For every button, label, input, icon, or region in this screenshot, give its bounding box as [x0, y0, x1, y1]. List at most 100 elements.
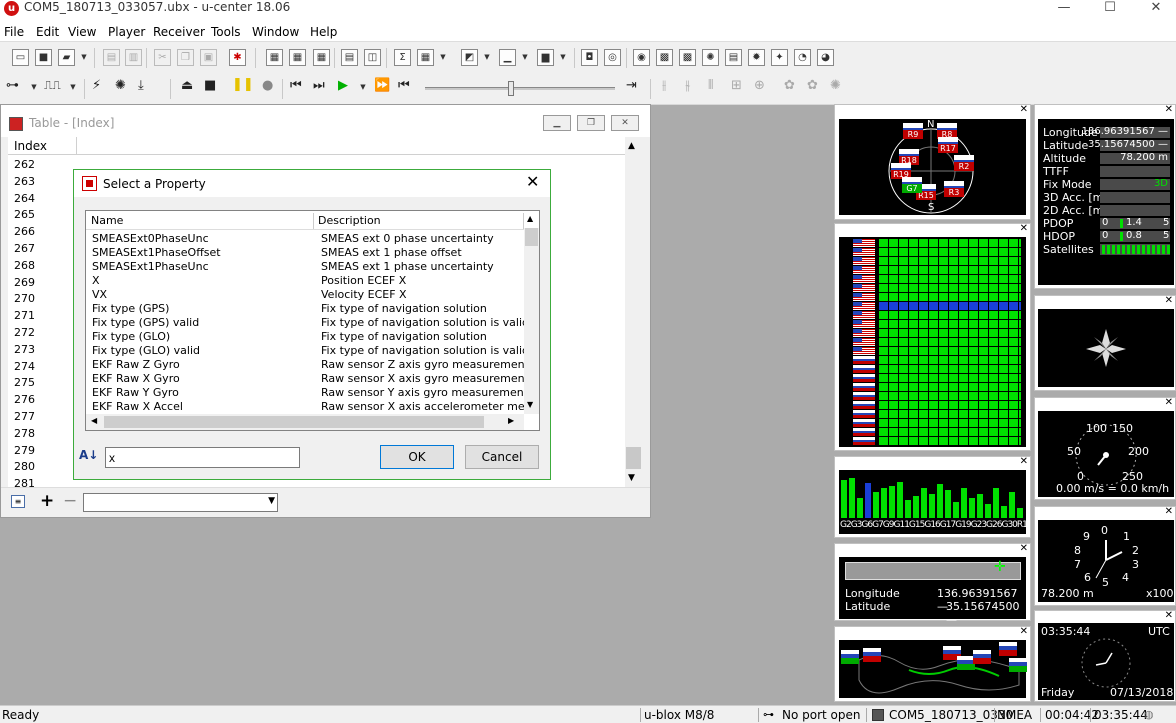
panel-close-icon[interactable]: ✕ [1165, 506, 1173, 517]
bar-dropdown-icon[interactable]: ▼ [559, 49, 567, 66]
index-cell[interactable]: 277 [14, 410, 35, 423]
panel-close-icon[interactable]: ✕ [1020, 104, 1028, 115]
property-search-input[interactable] [105, 447, 300, 468]
signal-bars-panel[interactable]: ✕ [834, 223, 1031, 451]
list-horizontal-scrollbar[interactable]: ◀ ▶ [86, 414, 524, 430]
rewind-start-icon[interactable]: ⏮ [398, 78, 410, 93]
pause-icon[interactable]: ❚❚ [232, 77, 254, 92]
chart-dropdown-icon[interactable]: ▼ [483, 49, 491, 66]
scroll-up-icon[interactable]: ▲ [628, 141, 635, 151]
index-column-header[interactable]: Index [14, 139, 47, 153]
panel-close-icon[interactable]: ✕ [1020, 626, 1028, 637]
list-scroll-down-icon[interactable]: ▼ [527, 400, 533, 409]
index-cell[interactable]: 279 [14, 444, 35, 457]
scroll-down-icon[interactable]: ▼ [628, 473, 635, 483]
panel-close-icon[interactable]: ✕ [1165, 397, 1173, 408]
index-cell[interactable]: 273 [14, 343, 35, 356]
maximize-button[interactable]: ☐ [1090, 0, 1130, 16]
world-map-panel[interactable]: ✕ [834, 626, 1031, 702]
signal-histogram-panel[interactable]: ✕ G2G3G6G7G9G11G15G16G17G19G23G26G30R1R2… [834, 456, 1031, 538]
index-cell[interactable]: 281 [14, 477, 35, 487]
connection-icon[interactable]: ⊶ [6, 78, 19, 93]
view-sky-icon[interactable]: ✹ [748, 49, 765, 66]
property-row[interactable]: EKF Raw Z Gyro Raw sensor Z axis gyro mea… [92, 358, 526, 372]
list-scroll-left-icon[interactable]: ◀ [91, 416, 97, 425]
connection-dropdown-icon[interactable]: ▼ [30, 79, 38, 96]
dialog-close-icon[interactable]: ✕ [526, 172, 539, 191]
histogram-dropdown-icon[interactable]: ▼ [521, 49, 529, 66]
remove-row-icon[interactable]: − [63, 491, 77, 511]
index-cell[interactable]: 274 [14, 360, 35, 373]
index-cell[interactable]: 280 [14, 460, 35, 473]
index-cell[interactable]: 264 [14, 192, 35, 205]
target-icon[interactable]: ◎ [604, 49, 621, 66]
index-cell[interactable]: 265 [14, 208, 35, 221]
index-cell[interactable]: 262 [14, 158, 35, 171]
panel-close-icon[interactable]: ✕ [1020, 223, 1028, 234]
altimeter-panel[interactable]: ✕ 0 123456789 78.200 m x100 [1034, 506, 1176, 606]
docking-icon[interactable]: ◫ [364, 49, 381, 66]
play-dropdown-icon[interactable]: ▼ [359, 79, 367, 96]
slider-thumb[interactable] [508, 81, 514, 96]
list-view-icon[interactable]: ≡ [11, 495, 25, 508]
panel-close-icon[interactable]: ✕ [1020, 456, 1028, 467]
play-icon[interactable]: ▶ [338, 78, 348, 93]
view-histogram-icon[interactable]: ▩ [679, 49, 696, 66]
menu-view[interactable]: View [68, 25, 96, 39]
table-window-titlebar[interactable]: Table - [Index] ▁ ❐ ✕ [1, 105, 650, 137]
step-back-icon[interactable]: ⏮ [290, 78, 302, 93]
property-row[interactable]: EKF Raw X Accel Raw sensor X axis acceler… [92, 400, 526, 414]
property-row[interactable]: Fix type (GPS) Fix type of navigation sol… [92, 302, 522, 316]
menu-window[interactable]: Window [252, 25, 299, 39]
scroll-thumb[interactable] [626, 447, 641, 469]
name-column-header[interactable]: Name [87, 213, 314, 229]
column-select[interactable]: ▼ [83, 493, 278, 512]
property-row[interactable]: VX Velocity ECEF X [92, 288, 522, 302]
index-cell[interactable]: 263 [14, 175, 35, 188]
property-row[interactable]: SMEASExt1PhaseOffset SMEAS ext 1 phase of… [92, 246, 522, 260]
menu-receiver[interactable]: Receiver [153, 25, 205, 39]
table-close-button[interactable]: ✕ [611, 115, 639, 131]
index-cell[interactable]: 278 [14, 427, 35, 440]
property-list[interactable]: Name Description SMEASExt0PhaseUnc SMEAS … [85, 210, 540, 431]
view-speed-icon[interactable]: ◔ [794, 49, 811, 66]
minimize-button[interactable]: — [1044, 0, 1084, 16]
view-compass-icon[interactable]: ◉ [633, 49, 650, 66]
menu-tools[interactable]: Tools [211, 25, 241, 39]
bug-icon[interactable]: ✱ [229, 49, 246, 66]
cancel-button[interactable]: Cancel [465, 445, 539, 469]
list-scroll-right-icon[interactable]: ▶ [508, 416, 514, 425]
add-row-icon[interactable]: + [40, 491, 54, 511]
speedometer-panel[interactable]: ✕ 100 150 50 200 0 250 0.00 m/s = 0.0 km… [1034, 397, 1176, 500]
index-cell[interactable]: 269 [14, 276, 35, 289]
sort-az-icon[interactable]: A↓ [79, 448, 98, 462]
index-cell[interactable]: 272 [14, 326, 35, 339]
grid-icon[interactable]: ▦ [417, 49, 434, 66]
list-vertical-scrollbar[interactable]: ▲ ▼ [524, 214, 539, 414]
close-button[interactable]: ✕ [1136, 0, 1176, 16]
deviation-panel[interactable]: ✕ ✛ Longitude 136.96391567 — Latitude 35… [834, 543, 1031, 626]
description-column-header[interactable]: Description [314, 213, 524, 229]
playback-slider[interactable] [425, 81, 615, 96]
table-restore-button[interactable]: ❐ [577, 115, 605, 131]
grid-dropdown-icon[interactable]: ▼ [439, 49, 447, 66]
doc-upload-icon[interactable]: ▦ [313, 49, 330, 66]
property-row[interactable]: Fix type (GPS) valid Fix type of navigati… [92, 316, 526, 330]
index-cell[interactable]: 267 [14, 242, 35, 255]
eject-icon[interactable]: ⏏ [181, 78, 193, 93]
index-cell[interactable]: 275 [14, 376, 35, 389]
property-row[interactable]: SMEASExt1PhaseUnc SMEAS ext 1 phase uncer… [92, 260, 522, 274]
list-scroll-up-icon[interactable]: ▲ [527, 214, 533, 223]
save-icon[interactable]: ■ [35, 49, 52, 66]
property-row[interactable]: X Position ECEF X [92, 274, 522, 288]
wand-icon[interactable]: ⚡ [92, 78, 101, 93]
view-signal-icon[interactable]: ▩ [656, 49, 673, 66]
doc-settings-icon[interactable]: ▦ [266, 49, 283, 66]
open-dropdown-icon[interactable]: ▼ [80, 49, 88, 66]
fast-forward-icon[interactable]: ⏩ [374, 78, 390, 93]
open-folder-icon[interactable]: ▰ [58, 49, 75, 66]
view-table-icon[interactable]: ▤ [725, 49, 742, 66]
panel-close-icon[interactable]: ✕ [1020, 543, 1028, 554]
doc-download-icon[interactable]: ▦ [289, 49, 306, 66]
ok-button[interactable]: OK [380, 445, 454, 469]
